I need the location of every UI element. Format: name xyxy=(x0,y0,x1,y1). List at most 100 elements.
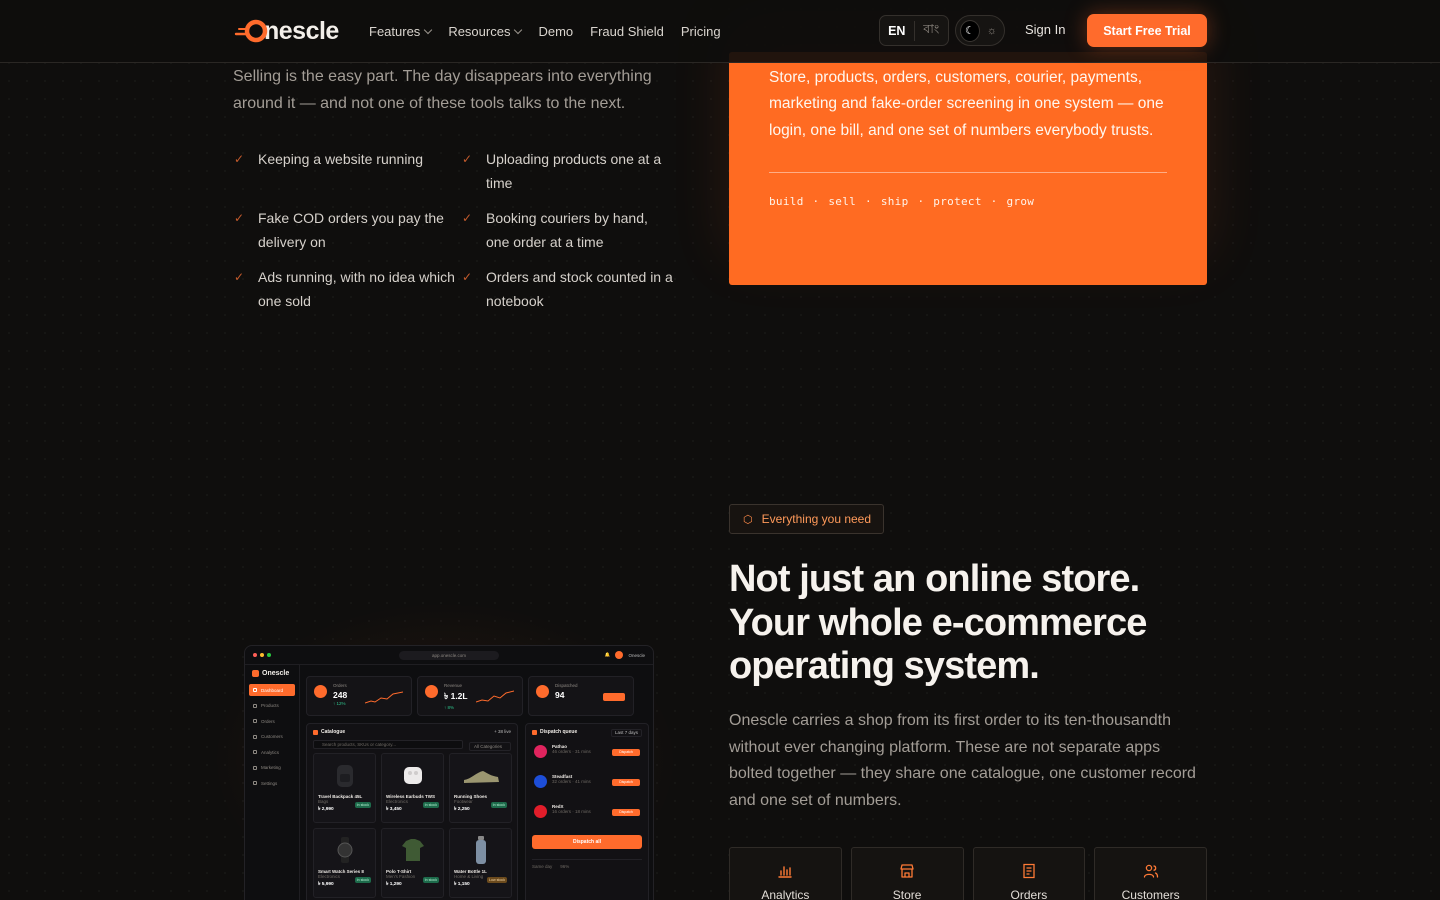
receipt-icon xyxy=(253,719,257,723)
nav-resources-label: Resources xyxy=(448,24,511,39)
sidebar-label: Orders xyxy=(261,718,275,724)
nav-demo[interactable]: Demo xyxy=(538,24,573,39)
maximize-dot-icon xyxy=(267,653,271,657)
nav-links: Features Resources Demo Fraud Shield Pri… xyxy=(369,0,721,63)
problem-list: ✓ Keeping a website running ✓ Uploading pr… xyxy=(234,148,674,313)
stat-card-dispatched: Dispatched 94 xyxy=(528,676,634,716)
catalogue-title: Catalogue xyxy=(313,729,511,735)
section-badge-label: Everything you need xyxy=(761,512,872,526)
users-icon xyxy=(253,734,257,739)
problem-text: Uploading products one at a time xyxy=(486,151,662,191)
chevron-down-icon xyxy=(424,25,433,35)
stock-badge: Low stock xyxy=(487,877,507,883)
minimize-dot-icon xyxy=(260,653,264,657)
dispatch-button: Dispatch xyxy=(612,779,640,786)
lang-bn[interactable]: বাং xyxy=(913,20,949,41)
shirt-image xyxy=(386,833,439,867)
check-icon: ✓ xyxy=(462,152,473,166)
chevron-down-icon xyxy=(514,25,523,35)
section-headline: Not just an online store. Your whole e-c… xyxy=(729,558,1147,687)
megaphone-icon xyxy=(253,765,257,770)
courier-row: RedX 16 orders · 18 mins Dispatch xyxy=(532,800,642,825)
sun-icon[interactable]: ☼ xyxy=(984,22,1000,40)
stat-delta: ↑ 8% xyxy=(444,705,455,710)
box-icon xyxy=(313,729,318,735)
sidebar-label: Analytics xyxy=(261,749,280,755)
problem-text: Orders and stock counted in a notebook xyxy=(486,269,673,309)
stat-card-revenue: Revenue ৳ 1.2L ↑ 8% xyxy=(417,676,523,716)
feature-tiles: Analytics Store Orders Customers xyxy=(729,847,1207,900)
nav-resources[interactable]: Resources xyxy=(448,24,523,39)
top-nav: nescle Features Resources Demo Fraud Shi… xyxy=(0,0,1440,63)
product-card: Water Bottle 1L Home & Living ৳ 1,150 Lo… xyxy=(449,828,512,898)
nav-features[interactable]: Features xyxy=(369,24,433,39)
moon-icon[interactable]: ☾ xyxy=(960,19,980,42)
section-lede: Onescle carries a shop from its first or… xyxy=(729,712,1196,809)
tile-label: Orders xyxy=(1010,888,1048,900)
date-range-select: Last 7 days xyxy=(610,729,642,737)
problem-item: ✓ Booking couriers by hand, one order at … xyxy=(462,207,674,254)
lang-en[interactable]: EN xyxy=(880,24,914,38)
tile-store[interactable]: Store xyxy=(850,847,964,900)
problem-item: ✓ Ads running, with no idea which one sol… xyxy=(234,266,462,313)
stat-card-orders: Orders 248 ↑ 12% xyxy=(306,676,412,716)
stat-label: Orders xyxy=(333,683,347,688)
gear-icon xyxy=(253,781,257,785)
stat-label: Revenue xyxy=(444,683,463,688)
product-card: Polo T-Shirt Men's Fashion ৳ 1,290 In st… xyxy=(381,828,444,898)
sidebar-item-settings: Settings xyxy=(249,777,295,789)
dispatch-button: Dispatch xyxy=(612,749,640,756)
catalogue-count: + 38 live xyxy=(494,729,511,734)
status-pill xyxy=(603,693,625,701)
brand-mark-icon xyxy=(252,670,259,677)
cube-icon: ⬡ xyxy=(743,513,753,526)
problem-text: Booking couriers by hand, one order at a… xyxy=(486,210,648,250)
bell-icon: 🔔 xyxy=(604,652,611,657)
sparkline-icon xyxy=(476,690,514,703)
brand-logo[interactable]: nescle xyxy=(234,16,339,46)
sidebar-item-analytics: Analytics xyxy=(249,746,295,758)
panel-title-label: Dispatch queue xyxy=(540,729,578,735)
divider xyxy=(769,171,1167,173)
nav-features-label: Features xyxy=(369,24,421,39)
check-icon: ✓ xyxy=(234,152,245,166)
sparkline-icon xyxy=(365,691,403,704)
mockup-account: 🔔 Onescle xyxy=(605,651,645,659)
stock-badge: In stock xyxy=(354,877,371,883)
problem-text: Keeping a website running xyxy=(258,151,424,167)
users-icon xyxy=(1143,864,1158,878)
problem-text: Ads running, with no idea which one sold xyxy=(258,269,455,309)
home-icon xyxy=(253,688,257,692)
tile-customers[interactable]: Customers xyxy=(1094,847,1207,900)
stat-label: Dispatched xyxy=(555,683,578,688)
dispatch-footer-b: 96% xyxy=(560,864,570,869)
close-dot-icon xyxy=(253,653,257,657)
redx-logo-icon xyxy=(534,805,547,818)
mockup-stats: Orders 248 ↑ 12% Revenue ৳ 1.2L ↑ 8% Dis… xyxy=(306,676,634,716)
stock-badge: In stock xyxy=(490,802,507,808)
browser-bar: app.onescle.com 🔔 Onescle xyxy=(245,646,653,665)
start-free-trial-button[interactable]: Start Free Trial xyxy=(1087,14,1207,47)
shoe-image xyxy=(454,758,507,792)
sidebar-label: Settings xyxy=(261,780,278,786)
receipt-icon xyxy=(1023,863,1035,879)
courier-row: Steadfast 32 orders · 41 mins Dispatch xyxy=(532,770,642,795)
solution-card: Store, products, orders, customers, cour… xyxy=(729,52,1207,285)
product-card: Running Shoes Footwear ৳ 2,250 In stock xyxy=(449,753,512,823)
avatar xyxy=(615,651,624,659)
sidebar-item-orders: Orders xyxy=(249,715,295,727)
nav-pricing[interactable]: Pricing xyxy=(681,24,721,39)
sidebar-label: Dashboard xyxy=(261,687,284,693)
tile-orders[interactable]: Orders xyxy=(972,847,1086,900)
tile-analytics[interactable]: Analytics xyxy=(729,847,842,900)
theme-toggle[interactable]: ☾ ☼ xyxy=(955,15,1005,46)
bar-chart-icon xyxy=(778,866,793,878)
dashboard-mockup: app.onescle.com 🔔 Onescle Onescle Dashbo… xyxy=(244,645,654,900)
tile-label: Customers xyxy=(1121,888,1180,900)
nav-fraud-shield[interactable]: Fraud Shield xyxy=(590,24,664,39)
dispatch-button: Dispatch xyxy=(612,809,640,816)
sidebar-item-dashboard: Dashboard xyxy=(249,684,295,696)
sign-in-link[interactable]: Sign In xyxy=(1025,22,1065,37)
catalogue-panel: Catalogue + 38 live Search products, SKU… xyxy=(306,723,518,900)
pathao-logo-icon xyxy=(534,745,547,758)
